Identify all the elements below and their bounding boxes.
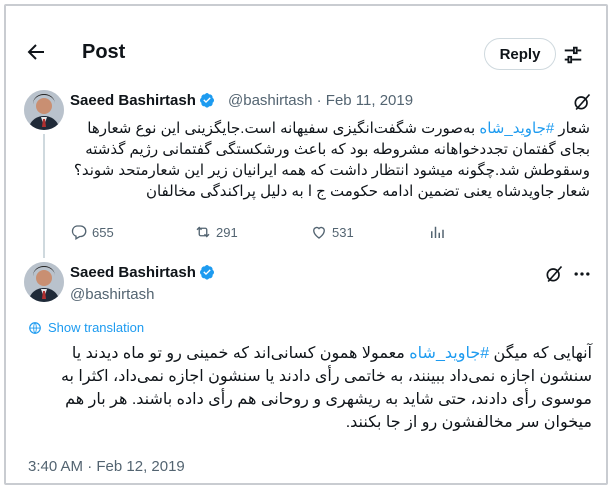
avatar[interactable] [24,90,64,130]
globe-icon [29,321,41,334]
repost-count: 291 [216,224,238,240]
grok-icon[interactable] [572,92,592,112]
reply-action[interactable]: 655 [70,222,114,242]
meta-separator: · [316,92,322,109]
post-date[interactable]: Feb 11, 2019 [326,92,413,109]
back-arrow-icon[interactable] [24,40,48,69]
post-timestamp[interactable]: 3:40 AM · Feb 12, 2019 [28,458,185,475]
verified-badge-icon [199,264,215,280]
author-meta: @bashirtash · Feb 11, 2019 [228,92,413,110]
verified-badge-icon [199,92,215,108]
thread-connector [43,134,45,258]
show-translation-link[interactable]: Show translation [28,320,144,335]
reply-button[interactable]: Reply [484,38,556,70]
settings-sliders-icon[interactable] [562,44,584,66]
post-text-part: آنهایی که میگن [489,345,592,362]
author-name-text[interactable]: Saeed Bashirtash [70,264,196,281]
reply-count: 655 [92,224,114,240]
hashtag-link[interactable]: #جاوید_شاه [479,120,554,137]
author-name[interactable]: Saeed Bashirtash [70,92,215,110]
top-bar: Post Reply [6,6,606,70]
author-name-text[interactable]: Saeed Bashirtash [70,92,196,109]
author-name[interactable]: Saeed Bashirtash [70,264,215,282]
like-count: 531 [332,224,354,240]
repost-action[interactable]: 291 [194,222,238,242]
post-text: شعار #جاوید_شاه به‌صورت شگفت‌انگیزی سفیه… [70,118,590,202]
post-text: آنهایی که میگن #جاوید_شاه معمولا همون کس… [40,342,592,434]
author-handle[interactable]: @bashirtash [228,92,312,109]
heart-icon [313,226,325,239]
views-action[interactable] [428,222,446,242]
more-options-icon[interactable] [572,264,592,284]
author-handle[interactable]: @bashirtash [70,286,154,304]
avatar[interactable] [24,262,64,302]
post-text-part: شعار [554,120,590,137]
show-translation-label[interactable]: Show translation [48,320,144,335]
page-title: Post [82,41,126,63]
post-detail-view: Post Reply Saeed Bashirtash @bashirtash … [4,4,608,485]
like-action[interactable]: 531 [310,222,354,242]
hashtag-link[interactable]: #جاوید_شاه [409,345,489,362]
action-bar: 655 291 531 [70,222,590,242]
grok-icon[interactable] [544,264,564,284]
views-chart-icon [431,226,444,238]
repost-icon [196,226,210,238]
reply-icon [71,225,87,240]
